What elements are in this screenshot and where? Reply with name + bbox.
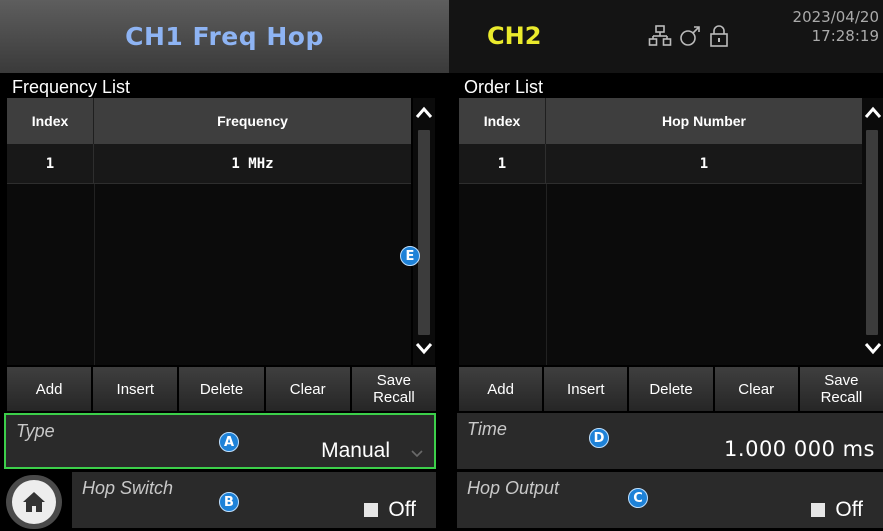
chevron-up-icon[interactable] (864, 106, 882, 120)
time-field[interactable]: Time 1.000 000 ms (457, 413, 883, 469)
chevron-down-icon (411, 450, 423, 458)
table-header: Index Hop Number (459, 98, 862, 144)
hop-output-value: Off (835, 498, 863, 521)
order-list-scrollbar[interactable] (862, 98, 883, 365)
hop-output-label: Hop Output (467, 478, 560, 498)
status-icons (648, 24, 730, 48)
datetime: 2023/04/20 17:28:19 (793, 8, 879, 46)
type-value: Manual (321, 439, 390, 462)
home-icon (23, 492, 45, 512)
ch1-title: CH1 Freq Hop (125, 22, 324, 51)
callout-marker-d: D (589, 428, 609, 448)
order-list-title: Order List (464, 77, 544, 97)
usb-icon (680, 26, 700, 46)
order-list-buttons: Add Insert Delete Clear Save Recall (459, 367, 883, 411)
column-header-frequency: Frequency (217, 113, 288, 129)
row-hop-number: 1 (699, 155, 709, 172)
time-label: Time (467, 419, 507, 439)
hop-output-toggle[interactable]: Hop Output Off (457, 472, 883, 528)
network-icon (648, 25, 672, 46)
hop-switch-label: Hop Switch (82, 478, 174, 498)
hop-output-checkbox[interactable]: Off (811, 498, 863, 522)
ch2-status-area: CH2 2023/04/20 17:28:19 (449, 0, 883, 73)
row-frequency: 1 MHz (231, 155, 274, 172)
ch2-tab[interactable]: CH2 (487, 22, 541, 50)
callout-marker-e: E (400, 246, 420, 266)
save-recall-button[interactable]: Save Recall (351, 367, 437, 411)
chevron-down-icon[interactable] (864, 341, 882, 355)
date-text: 2023/04/20 (792, 8, 879, 26)
delete-button[interactable]: Delete (179, 367, 264, 411)
frequency-list-title: Frequency List (12, 77, 131, 97)
type-label: Type (16, 421, 55, 441)
chevron-up-icon[interactable] (415, 106, 433, 120)
row-index: 1 (7, 144, 94, 183)
table-header: Index Frequency (7, 98, 411, 144)
insert-button[interactable]: Insert (544, 367, 628, 411)
order-list-table[interactable]: Index Hop Number 1 1 (459, 98, 862, 365)
row-index: 1 (459, 144, 546, 183)
hop-switch-value: Off (388, 498, 416, 521)
clear-button[interactable]: Clear (265, 367, 350, 411)
checkbox-icon (364, 503, 379, 517)
time-text: 17:28:19 (811, 27, 879, 45)
frequency-list-buttons: Add Insert Delete Clear Save Recall (7, 367, 437, 411)
column-header-index: Index (7, 98, 94, 144)
ch1-tab[interactable]: CH1 Freq Hop (0, 0, 449, 73)
callout-marker-c: C (628, 488, 648, 508)
column-divider (546, 184, 547, 365)
scrollbar-track[interactable] (418, 130, 430, 335)
column-header-index: Index (459, 98, 546, 144)
scrollbar-track[interactable] (866, 130, 878, 335)
frequency-list-scrollbar[interactable] (413, 98, 435, 365)
add-button[interactable]: Add (459, 367, 543, 411)
header-bar: CH1 Freq Hop CH2 2023/04/20 17:28:19 (0, 0, 883, 73)
add-button[interactable]: Add (7, 367, 92, 411)
hop-switch-toggle[interactable]: Hop Switch Off (72, 472, 436, 528)
column-header-hop-number: Hop Number (662, 113, 746, 129)
lock-icon (710, 25, 728, 47)
table-row[interactable]: 1 1 MHz (7, 144, 411, 184)
callout-marker-a: A (219, 432, 239, 452)
delete-button[interactable]: Delete (629, 367, 713, 411)
hop-switch-checkbox[interactable]: Off (364, 498, 416, 522)
checkbox-icon (811, 503, 826, 517)
insert-button[interactable]: Insert (93, 367, 178, 411)
table-row[interactable]: 1 1 (459, 144, 862, 184)
callout-marker-b: B (219, 492, 239, 512)
home-button[interactable] (6, 475, 62, 529)
chevron-down-icon[interactable] (415, 341, 433, 355)
save-recall-button[interactable]: Save Recall (799, 367, 883, 411)
time-value: 1.000 000 ms (724, 437, 875, 461)
column-divider (94, 184, 95, 365)
frequency-list-table[interactable]: Index Frequency 1 1 MHz (7, 98, 411, 365)
clear-button[interactable]: Clear (714, 367, 798, 411)
